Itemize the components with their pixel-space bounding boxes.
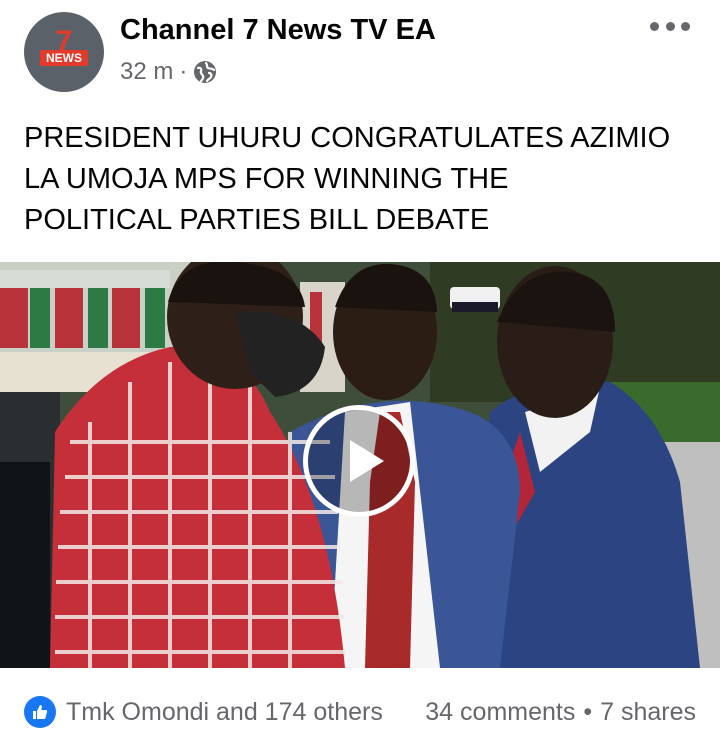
more-dot bbox=[650, 21, 659, 31]
globe-icon bbox=[194, 61, 217, 83]
more-dot bbox=[681, 21, 690, 31]
page-avatar[interactable]: 7 NEWS bbox=[24, 12, 104, 92]
post-text-line: LA UMOJA MPS FOR WINNING THE bbox=[24, 163, 509, 195]
post-footer: Tmk Omondi and 174 others 34 comments • … bbox=[0, 668, 720, 750]
channel-logo: 7 NEWS bbox=[40, 27, 88, 76]
post-text-line: POLITICAL PARTIES BILL DEBATE bbox=[24, 204, 490, 236]
play-icon bbox=[350, 440, 384, 482]
post-text-line: PRESIDENT UHURU CONGRATULATES AZIMIO bbox=[24, 122, 671, 154]
thumbs-up-glyph bbox=[33, 705, 48, 719]
play-button[interactable] bbox=[303, 405, 415, 517]
engagement-counts: 34 comments • 7 shares bbox=[425, 698, 696, 727]
counts-separator: • bbox=[583, 698, 593, 726]
more-dot bbox=[665, 21, 675, 31]
post-text: PRESIDENT UHURU CONGRATULATES AZIMIO LA … bbox=[24, 118, 704, 241]
post-header: 7 NEWS Channel 7 News TV EA 32 m · bbox=[0, 0, 720, 110]
shares-count[interactable]: 7 shares bbox=[600, 698, 696, 727]
post-timestamp[interactable]: 32 m bbox=[120, 58, 173, 86]
comments-count[interactable]: 34 comments bbox=[425, 698, 575, 727]
logo-text: NEWS bbox=[40, 50, 88, 66]
page-name-link[interactable]: Channel 7 News TV EA bbox=[120, 14, 436, 47]
reactions-summary[interactable]: Tmk Omondi and 174 others bbox=[66, 698, 383, 727]
meta-separator: · bbox=[179, 58, 188, 85]
more-options-icon[interactable] bbox=[650, 18, 690, 34]
like-icon bbox=[24, 696, 56, 728]
post-meta: 32 m · bbox=[120, 56, 217, 88]
